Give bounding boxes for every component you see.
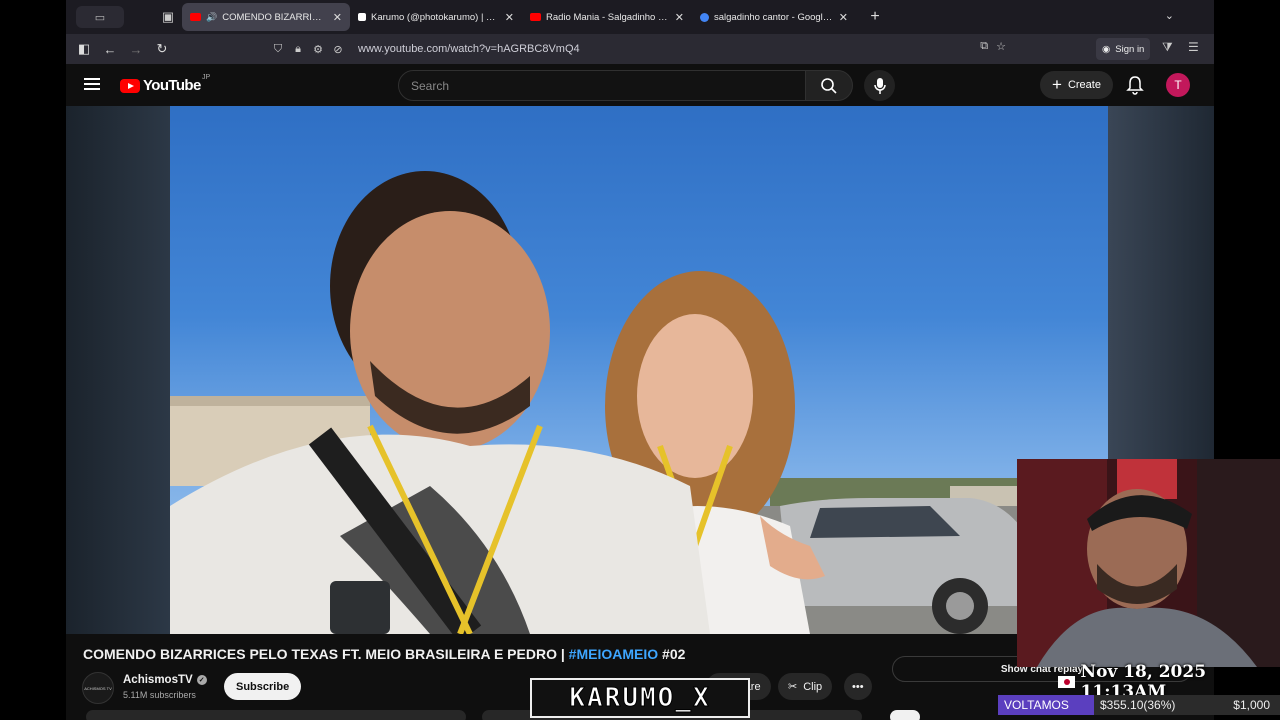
list-all-tabs-chevron-icon[interactable]: ⌄ <box>1165 9 1174 22</box>
user-avatar[interactable]: T <box>1166 73 1190 97</box>
search-button[interactable] <box>805 70 853 101</box>
youtube-logo[interactable]: YouTube JP <box>120 74 210 94</box>
youtube-logo-text: YouTube <box>143 77 201 94</box>
extensions-icon[interactable]: ⧩ <box>1162 40 1173 55</box>
tiktok-favicon-icon <box>358 13 366 21</box>
close-tab-icon[interactable]: ✕ <box>675 11 684 24</box>
tab-title: salgadinho cantor - Google Search <box>714 11 833 23</box>
forward-button[interactable]: → <box>123 36 149 62</box>
tab-tiktok[interactable]: Karumo (@photokarumo) | TikTok ✕ <box>350 3 522 31</box>
tab-bar: ▭ ▣ 🔊 COMENDO BIZARRICES PELO TEXAS FT. … <box>66 0 1214 34</box>
youtube-play-icon <box>120 78 140 93</box>
watermark-text: KARUMO_X <box>569 683 711 714</box>
notifications-bell-icon[interactable] <box>1126 75 1144 95</box>
goal-label: VOLTAMOS <box>998 695 1094 715</box>
youtube-favicon-icon <box>530 13 541 21</box>
region-code: JP <box>202 74 211 81</box>
close-tab-icon[interactable]: ✕ <box>333 11 342 24</box>
chip-all[interactable] <box>890 710 920 720</box>
webcam-image <box>1017 459 1280 667</box>
address-bar[interactable]: ⛉ 🔒︎ ⚙ ⊘ www.youtube.com/watch?v=hAGRBC8… <box>268 37 1006 61</box>
google-favicon-icon <box>700 12 709 22</box>
ambient-glow-left <box>66 106 170 634</box>
channel-name-link[interactable]: AchismosTV ✓ <box>123 674 207 686</box>
video-scene-image <box>170 171 1108 634</box>
tab-groups-icon[interactable]: ▣ <box>154 3 182 31</box>
description-box[interactable] <box>86 710 466 720</box>
close-tab-icon[interactable]: ✕ <box>839 11 848 24</box>
tab-title: Karumo (@photokarumo) | TikTok <box>371 11 499 23</box>
create-button[interactable]: + Create <box>1040 71 1113 99</box>
clip-label: Clip <box>803 680 823 693</box>
menu-icon[interactable]: ☰ <box>1188 40 1199 54</box>
search-icon <box>821 77 837 94</box>
youtube-header: YouTube JP Search + Create T <box>66 64 1214 106</box>
video-title: COMENDO BIZARRICES PELO TEXAS FT. MEIO B… <box>83 646 685 662</box>
close-tab-icon[interactable]: ✕ <box>505 11 514 24</box>
navigation-bar: ◧ ← → ↻ ⛉ 🔒︎ ⚙ ⊘ www.youtube.com/watch?v… <box>66 34 1214 64</box>
goal-target: $1,000 <box>1220 695 1280 715</box>
tab-google-search[interactable]: salgadinho cantor - Google Search ✕ <box>692 3 856 31</box>
donation-goal-ticker: VOLTAMOS $355.10(36%) $1,000 <box>998 695 1280 715</box>
sign-in-label: Sign in <box>1115 43 1145 55</box>
guide-menu-icon[interactable] <box>84 78 100 90</box>
audio-playing-icon[interactable]: 🔊 <box>206 12 217 23</box>
autoplay-blocked-icon[interactable]: ⊘ <box>328 43 348 56</box>
clip-button[interactable]: ✂ Clip <box>778 673 833 700</box>
bookmark-star-icon[interactable]: ☆ <box>996 40 1006 53</box>
search-input[interactable]: Search <box>398 70 806 101</box>
more-actions-button[interactable]: ••• <box>844 673 872 700</box>
subscriber-count: 5.11M subscribers <box>123 690 196 700</box>
create-label: Create <box>1067 79 1101 91</box>
voice-search-button[interactable] <box>864 70 895 101</box>
tab-radio-mania[interactable]: Radio Mania - Salgadinho - Ainda Bem ✕ <box>522 3 692 31</box>
streamer-webcam-overlay <box>1017 459 1280 667</box>
youtube-favicon-icon <box>190 13 201 21</box>
tab-title: Radio Mania - Salgadinho - Ainda Bem <box>546 11 669 23</box>
account-icon: ◉ <box>1102 43 1111 55</box>
channel-avatar[interactable]: ACHISMOS TV <box>82 672 114 704</box>
tracking-protection-icon[interactable]: ⛉ <box>268 43 288 56</box>
channel-name: AchismosTV <box>123 674 193 686</box>
hashtag-link[interactable]: #MEIOAMEIO <box>569 646 658 662</box>
sidebar-icon[interactable]: ◧ <box>71 36 97 62</box>
lock-icon[interactable]: 🔒︎ <box>288 43 308 56</box>
tab-title: COMENDO BIZARRICES PELO TEXAS FT. MEIO B… <box>222 11 327 23</box>
subscribe-button[interactable]: Subscribe <box>224 673 302 700</box>
new-tab-button[interactable]: + <box>864 8 886 26</box>
reload-button[interactable]: ↻ <box>149 36 175 62</box>
url-text[interactable]: www.youtube.com/watch?v=hAGRBC8VmQ4 <box>358 43 580 55</box>
japan-flag-icon <box>1058 676 1075 688</box>
verified-check-icon: ✓ <box>196 675 207 685</box>
sign-in-button[interactable]: ◉ Sign in <box>1096 38 1151 60</box>
tab-youtube-video[interactable]: 🔊 COMENDO BIZARRICES PELO TEXAS FT. MEIO… <box>182 3 350 31</box>
karumo-watermark-logo: KARUMO_X <box>530 678 750 718</box>
scissors-icon: ✂ <box>788 681 798 693</box>
plus-icon: + <box>1052 75 1062 94</box>
goal-progress: $355.10(36%) <box>1094 695 1220 715</box>
video-frame[interactable] <box>170 106 1108 634</box>
search-placeholder: Search <box>411 78 450 93</box>
permissions-icon[interactable]: ⚙ <box>308 43 328 56</box>
video-title-text: COMENDO BIZARRICES PELO TEXAS FT. MEIO B… <box>83 646 569 662</box>
stream-datetime: Nov 18, 2025 11:13AM <box>1058 662 1280 702</box>
picture-in-picture-icon[interactable]: ⧉ <box>980 40 988 53</box>
microphone-icon <box>873 77 886 94</box>
sidebar-toggle-button[interactable]: ▭ <box>76 6 124 28</box>
video-title-suffix: #02 <box>658 646 686 662</box>
more-horizontal-icon: ••• <box>852 680 864 693</box>
back-button[interactable]: ← <box>97 36 123 62</box>
